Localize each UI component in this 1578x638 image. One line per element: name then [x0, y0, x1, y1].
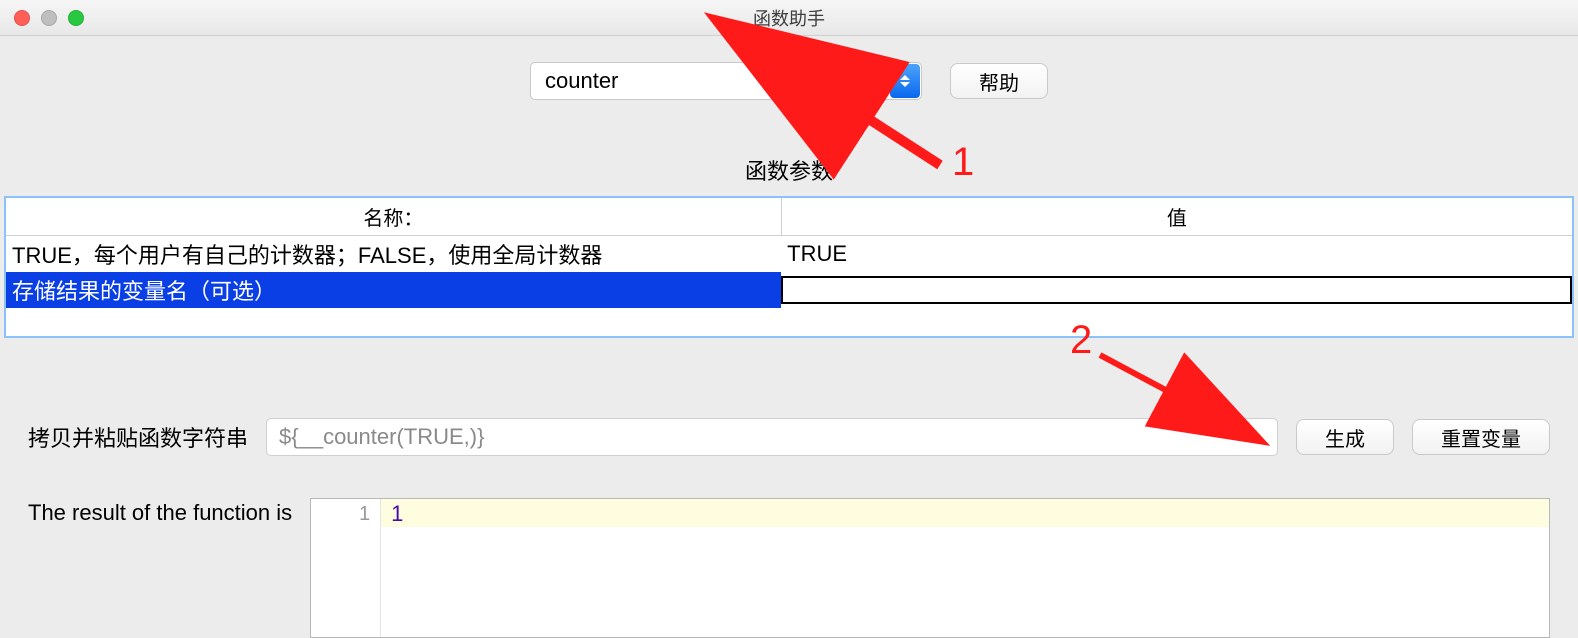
select-stepper-icon[interactable] — [890, 64, 920, 98]
help-button[interactable]: 帮助 — [950, 63, 1048, 99]
function-string-row: 拷贝并粘贴函数字符串 ${__counter(TRUE,)} 生成 重置变量 — [0, 418, 1578, 456]
col-value-header: 值 — [781, 198, 1572, 236]
close-window-button[interactable] — [14, 10, 30, 26]
param-name-cell: TRUE，每个用户有自己的计数器；FALSE，使用全局计数器 — [6, 236, 781, 273]
traffic-lights — [0, 10, 84, 26]
params-table: 名称： 值 TRUE，每个用户有自己的计数器；FALSE，使用全局计数器 TRU… — [6, 198, 1572, 308]
result-line: 1 — [381, 499, 1549, 527]
result-textarea[interactable]: 1 1 — [310, 498, 1550, 638]
params-section-title: 函数参数 — [0, 154, 1578, 186]
minimize-window-button[interactable] — [41, 10, 57, 26]
titlebar: 函数助手 — [0, 0, 1578, 36]
param-name-cell: 存储结果的变量名（可选） — [6, 272, 781, 308]
generate-button[interactable]: 生成 — [1296, 419, 1394, 455]
result-row: The result of the function is 1 1 — [0, 498, 1578, 638]
window-title: 函数助手 — [0, 5, 1578, 31]
top-bar: counter 帮助 — [0, 36, 1578, 100]
table-row[interactable]: 存储结果的变量名（可选） — [6, 272, 1572, 308]
reset-vars-button[interactable]: 重置变量 — [1412, 419, 1550, 455]
function-select-value: counter — [530, 62, 922, 100]
table-row[interactable]: TRUE，每个用户有自己的计数器；FALSE，使用全局计数器 TRUE — [6, 236, 1572, 273]
chevron-up-icon — [900, 75, 910, 80]
chevron-down-icon — [900, 82, 910, 87]
param-value-input[interactable] — [781, 276, 1572, 304]
col-name-header: 名称： — [6, 198, 781, 236]
zoom-window-button[interactable] — [68, 10, 84, 26]
params-table-frame: 名称： 值 TRUE，每个用户有自己的计数器；FALSE，使用全局计数器 TRU… — [4, 196, 1574, 338]
annotation-arrow-2 — [1100, 355, 1175, 395]
result-code-area[interactable]: 1 — [381, 499, 1549, 637]
function-string-label: 拷贝并粘贴函数字符串 — [28, 421, 248, 453]
function-string-input[interactable]: ${__counter(TRUE,)} — [266, 418, 1278, 456]
param-value-cell[interactable]: TRUE — [781, 236, 1572, 273]
function-select[interactable]: counter — [530, 62, 922, 100]
result-label: The result of the function is — [28, 498, 292, 526]
line-number-gutter: 1 — [311, 499, 381, 637]
param-value-cell[interactable] — [781, 272, 1572, 308]
